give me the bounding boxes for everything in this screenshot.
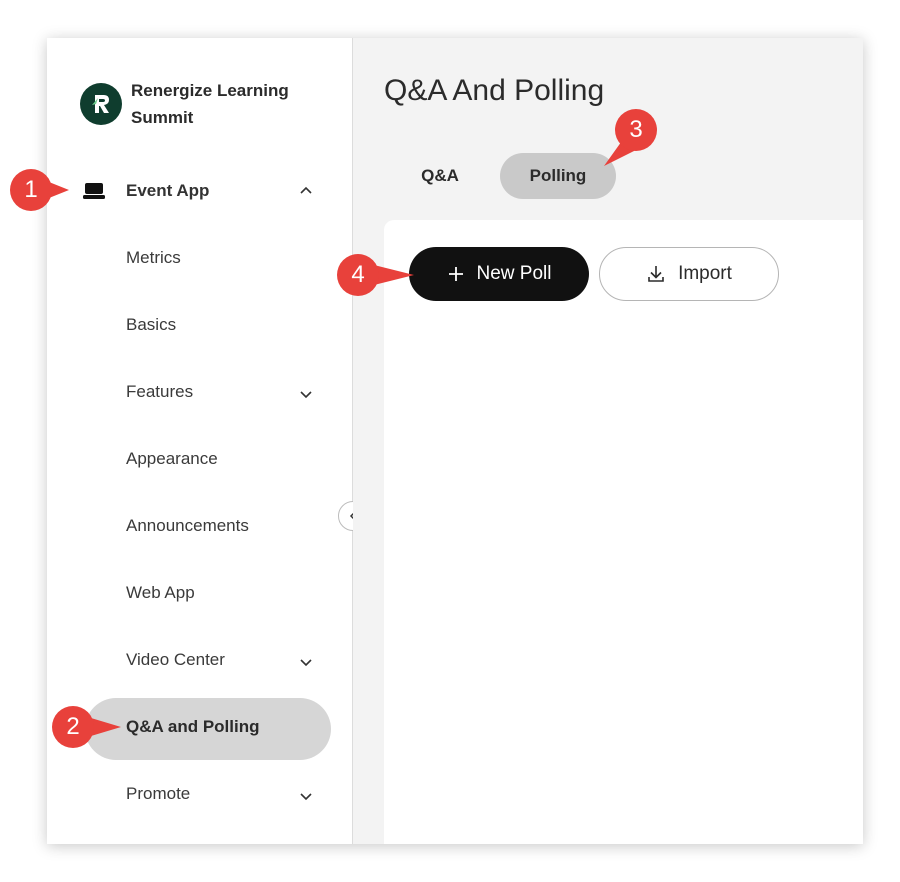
chevron-down-icon (300, 793, 312, 801)
tab-qa[interactable]: Q&A (405, 153, 475, 199)
callout-number: 3 (629, 116, 643, 143)
chevron-down-icon (300, 659, 312, 667)
chevron-down-icon (300, 391, 312, 399)
sidebar-item-label: Video Center (126, 650, 225, 669)
sidebar-item-features[interactable]: Features (47, 371, 352, 415)
callout-number: 2 (66, 713, 80, 740)
callout-3: 3 (604, 108, 658, 166)
sidebar-item-label: Metrics (126, 248, 181, 267)
chevron-up-icon (300, 186, 312, 194)
sidebar-item-label: Features (126, 382, 194, 401)
laptop-icon (83, 183, 105, 199)
callout-number: 4 (351, 261, 365, 288)
nav-section-event-app[interactable]: Event App (47, 168, 352, 214)
sidebar-item-label: Q&A and Polling (126, 717, 260, 736)
callout-number: 1 (24, 176, 38, 203)
new-poll-label: New Poll (476, 263, 552, 284)
page-title: Q&A And Polling (384, 74, 605, 107)
sidebar-item-appearance[interactable]: Appearance (47, 438, 352, 482)
sidebar-item-basics[interactable]: Basics (47, 304, 352, 348)
new-poll-button[interactable]: New Poll (409, 247, 589, 301)
nav-section-label: Event App (126, 181, 210, 200)
plus-icon (448, 267, 463, 281)
sidebar-item-web-app[interactable]: Web App (47, 572, 352, 616)
logo-mark-icon (92, 95, 109, 113)
import-button[interactable]: Import (599, 247, 779, 301)
sidebar-item-label: Basics (126, 315, 177, 334)
org-name: Renergize Learning Summit (131, 81, 289, 127)
sidebar-item-label: Appearance (126, 449, 218, 468)
sidebar-item-label: Promote (126, 784, 191, 803)
download-icon (648, 266, 664, 282)
sidebar-item-label: Web App (126, 583, 195, 602)
sidebar-item-video-center[interactable]: Video Center (47, 639, 352, 683)
main-content: Q&A And Polling Q&A Polling New Poll Imp… (353, 38, 863, 844)
sidebar-item-announcements[interactable]: Announcements (47, 505, 352, 549)
sidebar-item-label: Announcements (126, 516, 249, 535)
sidebar-item-metrics[interactable]: Metrics (47, 237, 352, 281)
sidebar-item-promote[interactable]: Promote (47, 773, 352, 817)
callout-2: 2 (51, 705, 121, 749)
callout-1: 1 (9, 168, 69, 212)
callout-4: 4 (336, 253, 414, 297)
import-label: Import (678, 263, 732, 284)
polling-panel: New Poll Import (384, 220, 863, 844)
tab-polling[interactable]: Polling (500, 153, 616, 199)
app-window: Renergize Learning Summit Event App Metr… (47, 38, 863, 844)
org-logo (80, 83, 122, 125)
